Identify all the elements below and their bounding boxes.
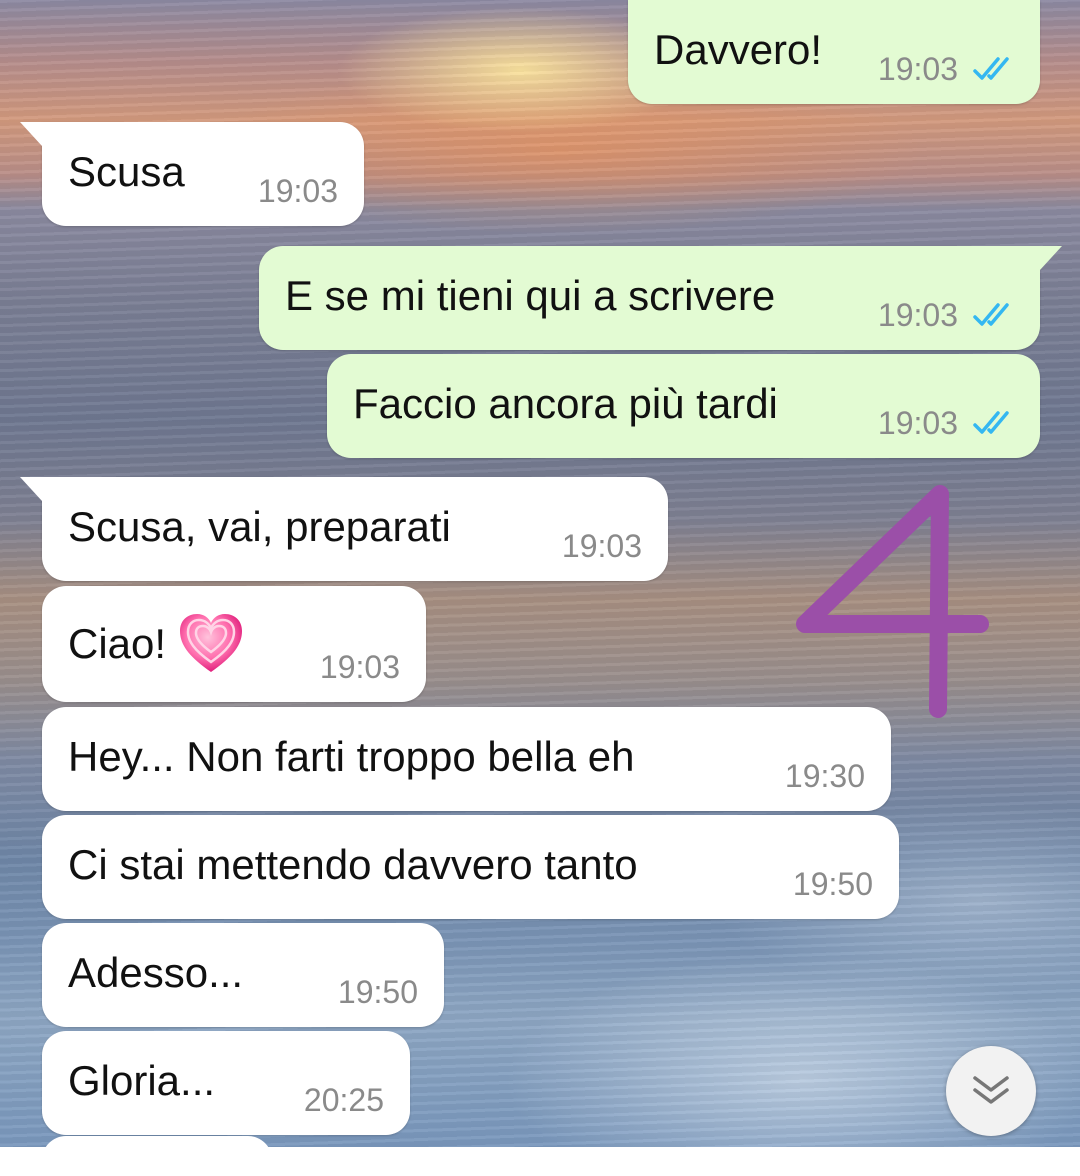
message-text: Faccio ancora più tardi [353,380,778,427]
message-bubble-incoming[interactable]: Ci stai mettendo davvero tanto 19:50 [42,815,899,919]
double-chevron-down-icon [973,1076,1009,1104]
growing-heart-icon [180,614,243,672]
message-text: Adesso... [68,949,244,996]
double-check-read-icon [973,57,1009,80]
message-time: 20:25 [303,1082,384,1118]
message-bubble-incoming[interactable]: Ciao! 19:03 [42,586,426,702]
message-time: 19:50 [792,866,873,902]
double-check-read-icon [973,303,1009,326]
message-bubble-outgoing[interactable]: E se mi tieni qui a scrivere 19:03 [259,246,1062,350]
annotation-number-four [796,485,989,718]
message-text: E se mi tieni qui a scrivere [285,272,776,319]
message-time: 19:03 [319,649,400,685]
message-bubble-outgoing[interactable]: Faccio ancora più tardi 19:03 [327,354,1040,458]
message-text: Davvero! [654,26,823,73]
scroll-to-bottom-button[interactable] [946,1046,1036,1136]
message-text-label: Ciao! [68,620,167,668]
message-time: 19:30 [784,758,865,794]
message-bubble-outgoing[interactable]: Davvero! 19:03 [628,0,1040,104]
message-text: Scusa, vai, preparati [68,503,451,550]
message-bubble-incoming[interactable]: Scusa, vai, preparati 19:03 [20,477,668,581]
message-text: Ciao! [68,614,244,678]
message-bubble-incoming[interactable]: Hey... Non farti troppo bella eh 19:30 [42,707,891,811]
message-time: 19:03 [877,297,958,333]
double-check-read-icon [973,411,1009,434]
message-bubble-incoming-partial[interactable] [42,1136,272,1176]
message-text: Hey... Non farti troppo bella eh [68,733,635,780]
message-bubble-incoming[interactable]: Adesso... 19:50 [42,923,444,1027]
message-time: 19:03 [877,405,958,441]
message-text: Scusa [68,148,185,195]
message-text: Gloria... [68,1057,216,1104]
message-time: 19:50 [337,974,418,1010]
message-time: 19:03 [561,528,642,564]
message-time: 19:03 [257,173,338,209]
message-bubble-incoming[interactable]: Gloria... 20:25 [42,1031,410,1135]
message-bubble-incoming[interactable]: Scusa 19:03 [20,122,364,226]
message-time: 19:03 [877,51,958,87]
message-text: Ci stai mettendo davvero tanto [68,841,638,888]
